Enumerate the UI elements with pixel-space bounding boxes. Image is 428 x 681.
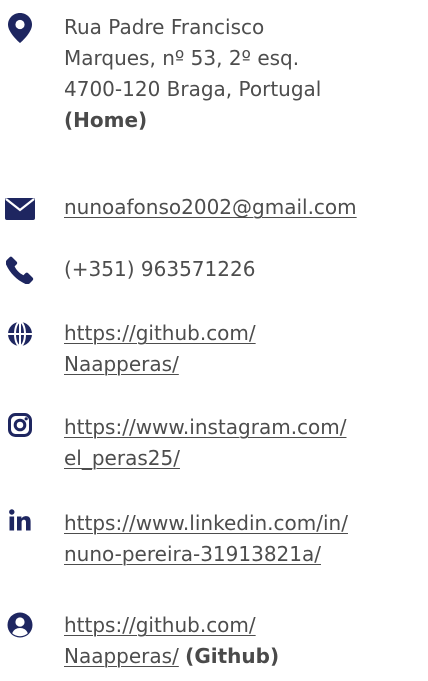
contact-instagram: https://www.instagram.com/ el_peras25/ <box>0 408 428 478</box>
user-circle-icon <box>0 612 40 638</box>
linkedin-link[interactable]: https://www.linkedin.com/in/ nuno-pereir… <box>64 508 426 570</box>
instagram-link-line-1: https://www.instagram.com/ <box>64 415 347 439</box>
globe-icon <box>0 321 40 347</box>
github-tag: (Github) <box>185 644 280 668</box>
github-link-line-2[interactable]: Naapperas/ <box>64 644 179 668</box>
instagram-link[interactable]: https://www.instagram.com/ el_peras25/ <box>64 412 426 474</box>
linkedin-link-line-1: https://www.linkedin.com/in/ <box>64 511 348 535</box>
github-text-wrap: https://github.com/ Naapperas/ (Github) <box>64 610 426 672</box>
address-text: Rua Padre Francisco Marques, nº 53, 2º e… <box>64 12 426 136</box>
contact-website: https://github.com/ Naapperas/ <box>0 312 428 382</box>
address-tag: (Home) <box>64 108 148 132</box>
instagram-text-wrap: https://www.instagram.com/ el_peras25/ <box>64 412 426 474</box>
envelope-icon <box>0 198 40 220</box>
linkedin-text-wrap: https://www.linkedin.com/in/ nuno-pereir… <box>64 508 426 570</box>
map-marker-icon <box>0 13 40 43</box>
contact-list: Rua Padre Francisco Marques, nº 53, 2º e… <box>0 0 428 681</box>
linkedin-icon <box>0 509 40 531</box>
instagram-icon <box>0 413 40 437</box>
contact-github: https://github.com/ Naapperas/ (Github) <box>0 606 428 681</box>
github-line-2: Naapperas/ (Github) <box>64 641 426 672</box>
contact-email: nunoafonso2002@gmail.com <box>0 188 428 228</box>
website-text-wrap: https://github.com/ Naapperas/ <box>64 318 426 380</box>
contact-phone: (+351) 963571226 <box>0 250 428 290</box>
phone-number: (+351) 963571226 <box>64 257 256 281</box>
contact-address: Rua Padre Francisco Marques, nº 53, 2º e… <box>0 6 428 156</box>
phone-icon <box>0 256 40 284</box>
address-line-2: Marques, nº 53, 2º esq. <box>64 46 300 70</box>
address-line-3: 4700-120 Braga, Portugal <box>64 77 322 101</box>
website-link-line-1: https://github.com/ <box>64 321 256 345</box>
email-text-wrap: nunoafonso2002@gmail.com <box>64 192 426 223</box>
github-link-line-1: https://github.com/ <box>64 613 256 637</box>
website-link[interactable]: https://github.com/ Naapperas/ <box>64 318 426 380</box>
github-link[interactable]: https://github.com/ <box>64 610 426 641</box>
website-link-line-2: Naapperas/ <box>64 352 179 376</box>
email-link[interactable]: nunoafonso2002@gmail.com <box>64 192 426 223</box>
contact-linkedin: https://www.linkedin.com/in/ nuno-pereir… <box>0 504 428 574</box>
instagram-link-line-2: el_peras25/ <box>64 446 180 470</box>
address-line-1: Rua Padre Francisco <box>64 15 265 39</box>
linkedin-link-line-2: nuno-pereira-31913821a/ <box>64 542 321 566</box>
phone-text-wrap: (+351) 963571226 <box>64 254 426 285</box>
